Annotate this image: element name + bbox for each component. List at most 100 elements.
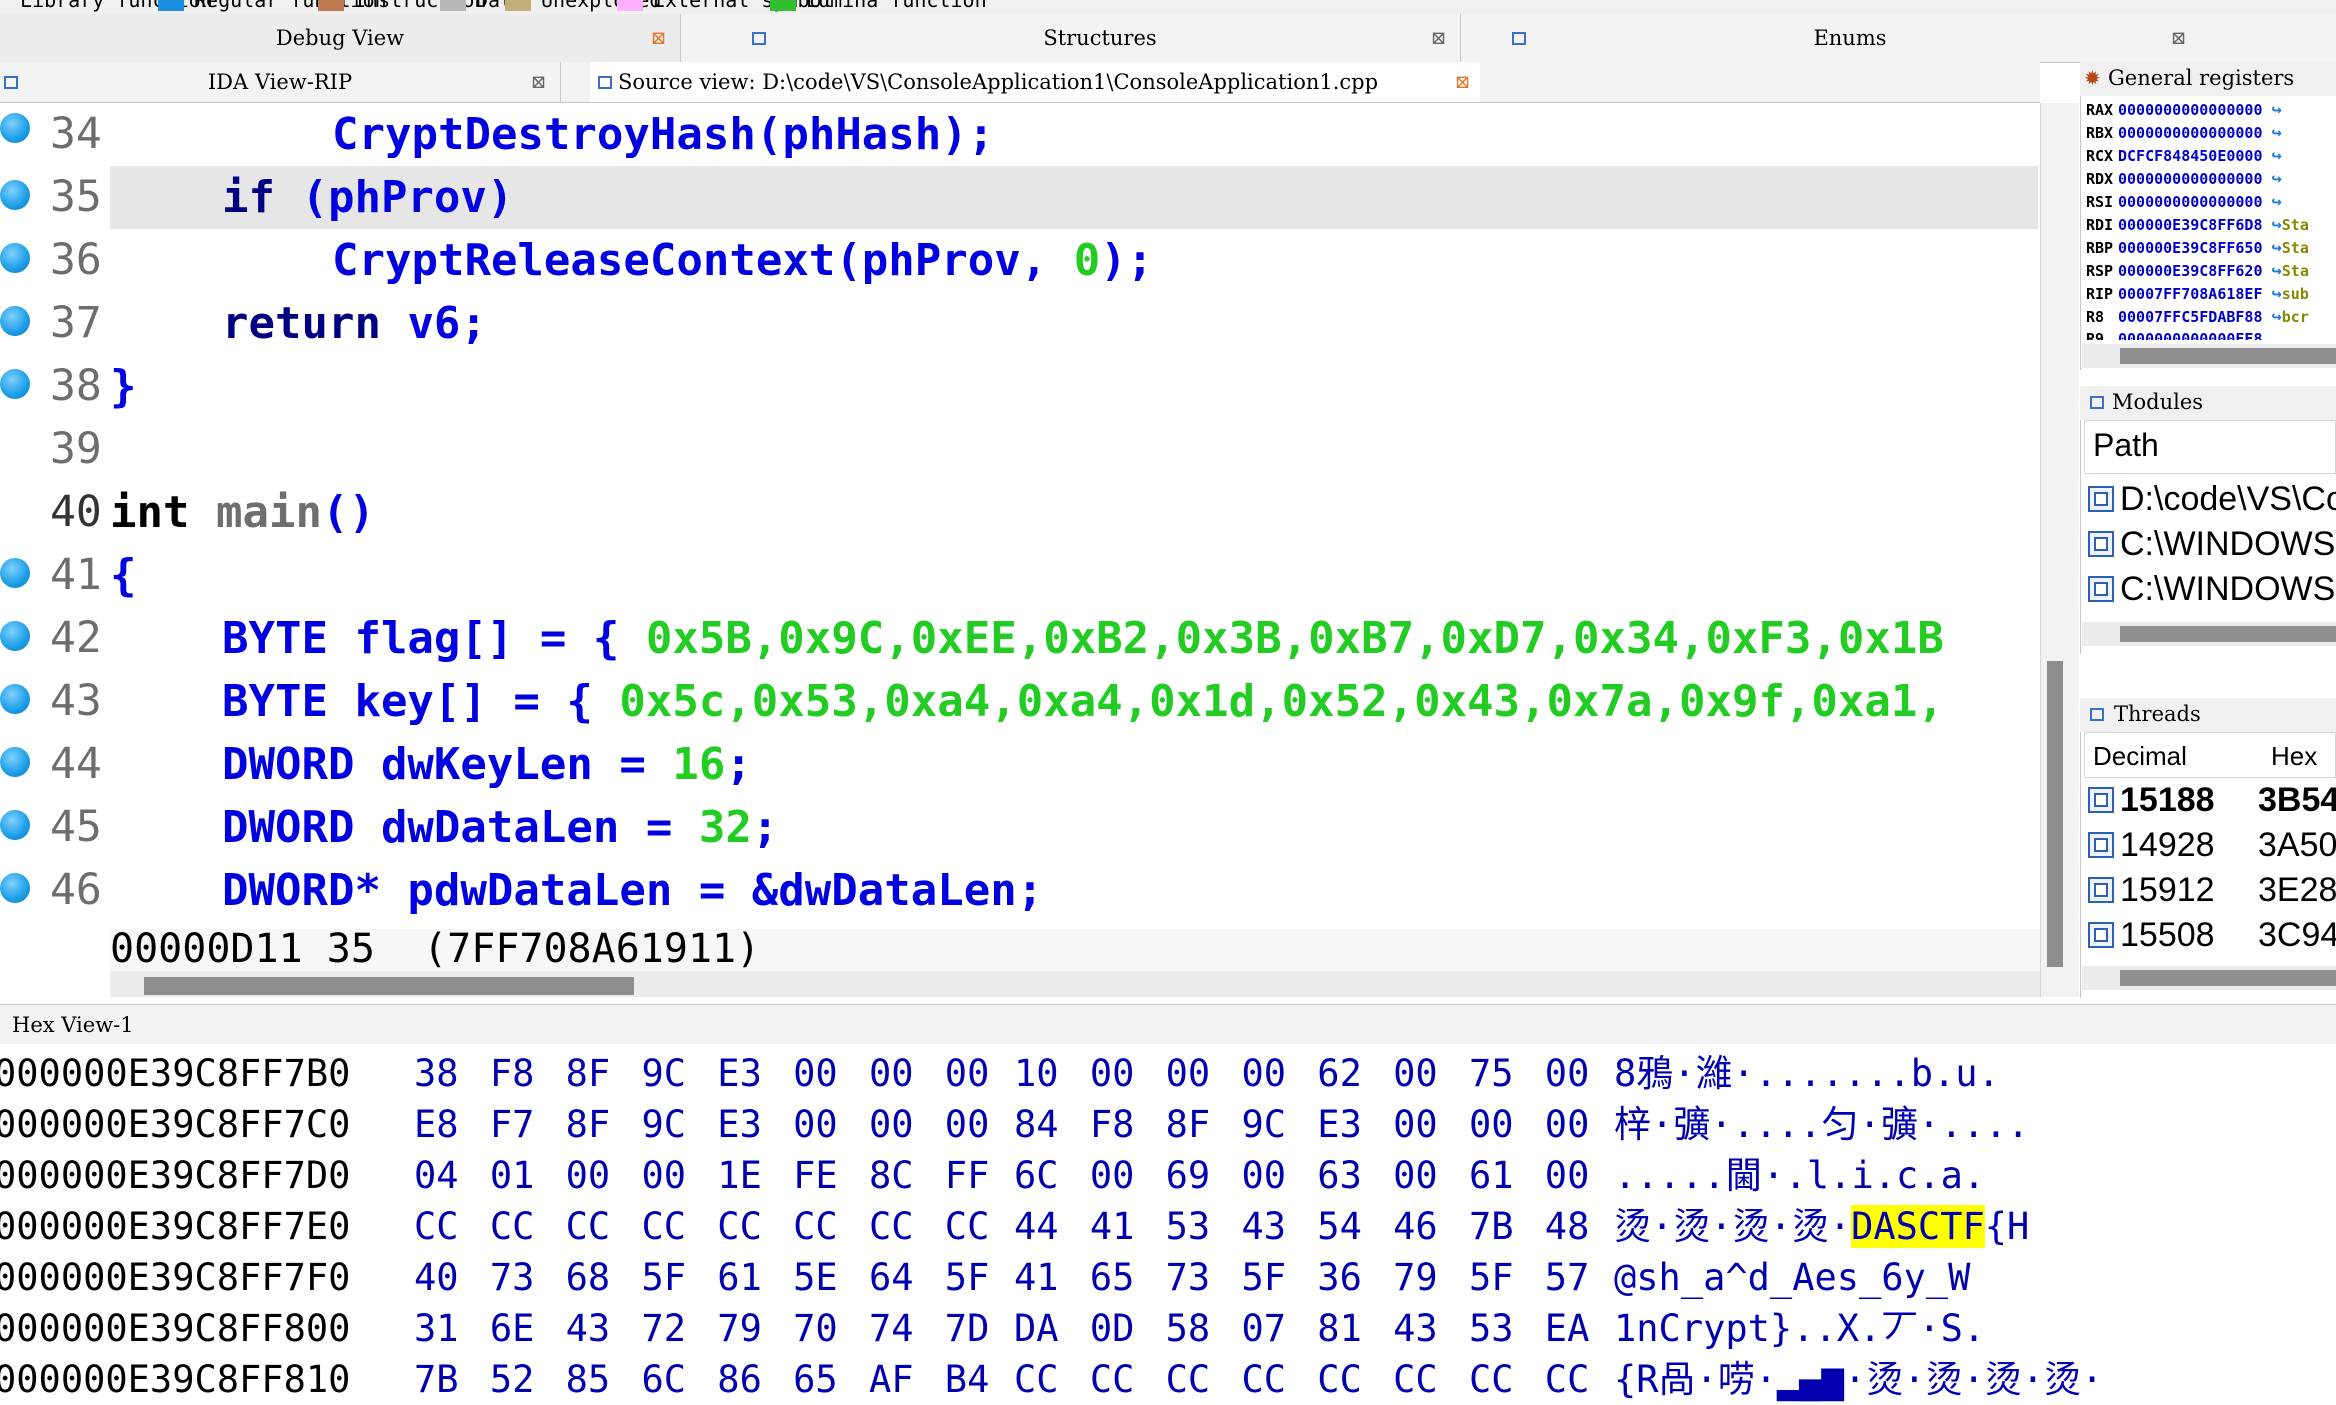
code-line[interactable]: CryptReleaseContext(phProv, 0); bbox=[110, 229, 2038, 292]
vertical-scrollbar[interactable] bbox=[2040, 103, 2079, 997]
jump-arrow-icon[interactable]: ↪ bbox=[2272, 261, 2282, 281]
hex-bytes[interactable]: 31 6E 43 72 79 70 74 7D bbox=[414, 1304, 989, 1354]
close-icon[interactable]: ⊠ bbox=[651, 30, 666, 48]
code-line[interactable]: { bbox=[110, 544, 2038, 607]
horizontal-scrollbar[interactable] bbox=[110, 971, 2040, 997]
tab-ida-view[interactable]: IDA View-RIP ⊠ bbox=[0, 62, 561, 102]
breakpoint-icon[interactable] bbox=[0, 243, 30, 273]
register-list[interactable]: RAX 0000000000000000 ↪ RBX 000000000000000… bbox=[2086, 100, 2336, 340]
register-value[interactable]: DCFCF848450E0000 bbox=[2118, 147, 2263, 165]
thread-row[interactable]: 15508 3C94 bbox=[2088, 913, 2336, 957]
tab-enums[interactable]: Enums ⊠ bbox=[1500, 14, 2200, 62]
gutter-line[interactable]: 41 bbox=[0, 544, 108, 607]
threads-column-header[interactable]: Decimal Hex bbox=[2084, 732, 2336, 778]
code-line[interactable]: DWORD* pdwDataLen = &dwDataLen; bbox=[110, 859, 2038, 922]
register-row[interactable]: RAX 0000000000000000 ↪ bbox=[2086, 100, 2282, 122]
jump-arrow-icon[interactable]: ↪ bbox=[2272, 100, 2282, 120]
code-line[interactable]: } bbox=[110, 355, 2038, 418]
code-line[interactable]: BYTE flag[] = { 0x5B,0x9C,0xEE,0xB2,0x3B… bbox=[110, 607, 2038, 670]
hex-bytes[interactable]: 84 F8 8F 9C E3 00 00 00 bbox=[1014, 1100, 1589, 1150]
register-row[interactable]: RBX 0000000000000000 ↪ bbox=[2086, 123, 2282, 145]
register-row[interactable]: RDI 000000E39C8FF6D8 ↪Sta bbox=[2086, 215, 2309, 237]
gutter-line[interactable]: 45 bbox=[0, 796, 108, 859]
jump-arrow-icon[interactable]: ↪ bbox=[2272, 169, 2282, 189]
register-row[interactable]: R8 00007FFC5FDABF88 ↪bcr bbox=[2086, 307, 2309, 329]
jump-arrow-icon[interactable]: ↪ bbox=[2272, 146, 2282, 166]
scrollbar-thumb[interactable] bbox=[2120, 970, 2336, 986]
close-icon[interactable]: ⊠ bbox=[1455, 74, 1470, 92]
scrollbar-thumb[interactable] bbox=[144, 977, 634, 995]
breakpoint-icon[interactable] bbox=[0, 306, 30, 336]
code-line[interactable]: DWORD dwDataLen = 32; bbox=[110, 796, 2038, 859]
code-line[interactable]: int main() bbox=[110, 481, 2038, 544]
register-row[interactable]: RIP 00007FF708A618EF ↪sub bbox=[2086, 284, 2309, 306]
register-row[interactable]: RBP 000000E39C8FF650 ↪Sta bbox=[2086, 238, 2309, 260]
jump-arrow-icon[interactable]: ↪ bbox=[2272, 215, 2282, 235]
hex-bytes[interactable]: 6C 00 69 00 63 00 61 00 bbox=[1014, 1151, 1589, 1201]
hex-ascii[interactable]: 梓·彍·....匀·彍·.... bbox=[1614, 1100, 2029, 1150]
jump-arrow-icon[interactable]: ↪ bbox=[2272, 192, 2282, 212]
column-header-decimal[interactable]: Decimal bbox=[2093, 741, 2187, 772]
module-row[interactable]: C:\WINDOWS bbox=[2088, 522, 2335, 566]
close-icon[interactable]: ⊠ bbox=[1431, 30, 1446, 48]
register-value[interactable]: 000000E39C8FF6D8 bbox=[2118, 216, 2263, 234]
register-value[interactable]: 0000000000000EE8 bbox=[2118, 330, 2263, 340]
horizontal-scrollbar[interactable] bbox=[2082, 966, 2336, 990]
hex-ascii[interactable]: 8鴉·濰·.......b.u. bbox=[1614, 1049, 2000, 1099]
gutter-line[interactable]: 44 bbox=[0, 733, 108, 796]
jump-arrow-icon[interactable]: ↪ bbox=[2272, 238, 2282, 258]
register-row[interactable]: RSI 0000000000000000 ↪ bbox=[2086, 192, 2282, 214]
hex-bytes[interactable]: CC CC CC CC CC CC CC CC bbox=[1014, 1355, 1589, 1405]
register-row[interactable]: RSP 000000E39C8FF620 ↪Sta bbox=[2086, 261, 2309, 283]
register-value[interactable]: 00007FF708A618EF bbox=[2118, 285, 2263, 303]
hex-bytes[interactable]: 41 65 73 5F 36 79 5F 57 bbox=[1014, 1253, 1589, 1303]
breakpoint-icon[interactable] bbox=[0, 810, 30, 840]
code-line[interactable]: CryptDestroyHash(phHash); bbox=[110, 103, 2038, 166]
register-value[interactable]: 000000E39C8FF650 bbox=[2118, 239, 2263, 257]
hex-bytes[interactable]: 10 00 00 00 62 00 75 00 bbox=[1014, 1049, 1589, 1099]
scrollbar-thumb[interactable] bbox=[2120, 348, 2336, 364]
hex-ascii[interactable]: 烫·烫·烫·烫·DASCTF{H bbox=[1614, 1202, 2029, 1252]
code-line[interactable]: return v6; bbox=[110, 292, 2038, 355]
breakpoint-icon[interactable] bbox=[0, 113, 30, 143]
gutter-line[interactable]: 46 bbox=[0, 859, 108, 922]
close-icon[interactable]: ⊠ bbox=[531, 74, 546, 92]
hex-ascii[interactable]: .....閫·.l.i.c.a. bbox=[1614, 1151, 1985, 1201]
tab-source-view[interactable]: Source view: D:\code\VS\ConsoleApplicati… bbox=[590, 62, 1480, 102]
gutter-line[interactable]: 39 bbox=[0, 418, 108, 481]
jump-arrow-icon[interactable]: ↪ bbox=[2272, 123, 2282, 143]
modules-column-header[interactable]: Path bbox=[2084, 420, 2336, 474]
jump-arrow-icon[interactable]: ↪ bbox=[2272, 307, 2282, 327]
hex-bytes[interactable]: CC CC CC CC CC CC CC CC bbox=[414, 1202, 989, 1252]
hex-ascii[interactable]: 1nCrypt}..X.丆·S. bbox=[1614, 1304, 1985, 1354]
column-header-path[interactable]: Path bbox=[2093, 427, 2159, 464]
hex-bytes[interactable]: 44 41 53 43 54 46 7B 48 bbox=[1014, 1202, 1589, 1252]
tab-debug-view[interactable]: Debug View ⊠ bbox=[0, 14, 681, 62]
hex-bytes[interactable]: 7B 52 85 6C 86 65 AF B4 bbox=[414, 1355, 989, 1405]
tab-structures[interactable]: Structures ⊠ bbox=[740, 14, 1461, 62]
source-view-panel[interactable]: 34 35 36 37 38 39 40 41 42 43 44 45 46 C… bbox=[0, 103, 2040, 997]
thread-row[interactable]: 14928 3A50 bbox=[2088, 823, 2336, 867]
gutter-line[interactable]: 35 bbox=[0, 166, 108, 229]
breakpoint-icon[interactable] bbox=[0, 621, 30, 651]
hex-bytes[interactable]: E8 F7 8F 9C E3 00 00 00 bbox=[414, 1100, 989, 1150]
hex-bytes[interactable]: DA 0D 58 07 81 43 53 EA bbox=[1014, 1304, 1589, 1354]
breakpoint-icon[interactable] bbox=[0, 747, 30, 777]
breakpoint-icon[interactable] bbox=[0, 558, 30, 588]
scrollbar-thumb[interactable] bbox=[2120, 626, 2336, 642]
module-row[interactable]: C:\WINDOWS bbox=[2088, 567, 2335, 611]
register-value[interactable]: 00007FFC5FDABF88 bbox=[2118, 308, 2263, 326]
gutter-line[interactable]: 42 bbox=[0, 607, 108, 670]
hex-bytes[interactable]: 04 01 00 00 1E FE 8C FF bbox=[414, 1151, 989, 1201]
hex-bytes[interactable]: 40 73 68 5F 61 5E 64 5F bbox=[414, 1253, 989, 1303]
code-line[interactable]: DWORD dwKeyLen = 16; bbox=[110, 733, 2038, 796]
breakpoint-icon[interactable] bbox=[0, 873, 30, 903]
gutter-line[interactable]: 36 bbox=[0, 229, 108, 292]
register-value[interactable]: 000000E39C8FF620 bbox=[2118, 262, 2263, 280]
register-value[interactable]: 0000000000000000 bbox=[2118, 101, 2263, 119]
code-area[interactable]: CryptDestroyHash(phHash); if (phProv) Cr… bbox=[110, 103, 2038, 933]
hex-view-panel[interactable]: 000000E39C8FF7B0 38 F8 8F 9C E3 00 00 00 1… bbox=[0, 1044, 2336, 1404]
module-row[interactable]: D:\code\VS\Co bbox=[2088, 477, 2336, 521]
horizontal-scrollbar[interactable] bbox=[2082, 344, 2336, 368]
column-header-hex[interactable]: Hex bbox=[2271, 741, 2317, 772]
